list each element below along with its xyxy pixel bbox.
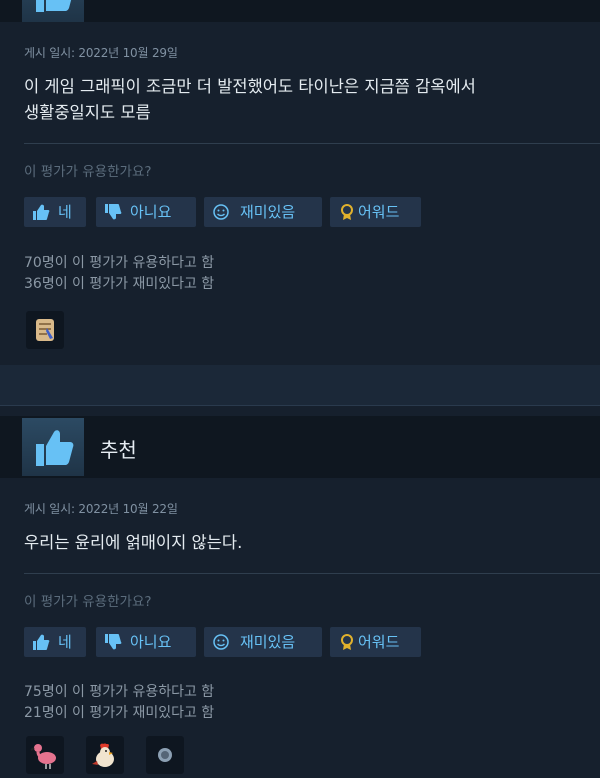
thumbs-up-icon [36, 430, 74, 466]
vote-funny-button[interactable]: 재미있음 [204, 627, 322, 657]
smiley-icon [213, 634, 229, 650]
funny-count: 36명이 이 평가가 재미있다고 함 [24, 276, 215, 292]
vote-yes-label: 네 [58, 633, 72, 651]
scroll-award-icon[interactable] [26, 311, 64, 349]
award-button[interactable]: 어워드 [330, 197, 421, 227]
award-icon [341, 204, 353, 220]
thumbs-up-icon [36, 0, 72, 12]
funny-count: 21명이 이 평가가 재미있다고 함 [24, 705, 215, 721]
coin-award-icon[interactable] [146, 736, 184, 774]
helpful-count: 70명이 이 평가가 유용하다고 함 [24, 255, 215, 271]
vote-no-button[interactable]: 아니요 [96, 197, 196, 227]
recommend-thumb-box [22, 0, 84, 22]
award-button[interactable]: 어워드 [330, 627, 421, 657]
divider [24, 573, 600, 574]
thumbs-up-icon [33, 634, 50, 650]
thumbs-up-icon [33, 204, 50, 220]
vote-yes-button[interactable]: 네 [24, 197, 86, 227]
vote-funny-label: 재미있음 [240, 633, 296, 651]
recommend-label: 추천 [100, 438, 137, 462]
vote-yes-button[interactable]: 네 [24, 627, 86, 657]
award-label: 어워드 [358, 203, 400, 221]
review-header: 추천 [0, 416, 600, 478]
divider [24, 143, 600, 144]
review-header [0, 0, 600, 22]
award-icon [341, 634, 353, 650]
review-text-line-1: 이 게임 그래픽이 조금만 더 발전했어도 타이난은 지금쯤 감옥에서 [24, 77, 476, 96]
helpful-count: 75명이 이 평가가 유용하다고 함 [24, 684, 215, 700]
vote-funny-label: 재미있음 [240, 203, 296, 221]
review-card-1: 게시 일시: 2022년 10월 29일 이 게임 그래픽이 조금만 더 발전했… [0, 0, 600, 365]
helpful-stats: 75명이 이 평가가 유용하다고 함 21명이 이 평가가 재미있다고 함 [24, 682, 214, 724]
rooster-award-icon[interactable] [86, 736, 124, 774]
thumbs-down-icon [105, 204, 122, 220]
vote-no-label: 아니요 [130, 633, 172, 651]
review-text-line-2: 생활중일지도 모름 [24, 103, 151, 122]
posted-date: 게시 일시: 2022년 10월 29일 [24, 46, 178, 60]
helpful-stats: 70명이 이 평가가 유용하다고 함 36명이 이 평가가 재미있다고 함 [24, 253, 214, 295]
smiley-icon [213, 204, 229, 220]
vote-yes-label: 네 [58, 203, 72, 221]
thumbs-down-icon [105, 634, 122, 650]
vote-no-label: 아니요 [130, 203, 172, 221]
review-card-2: 추천 게시 일시: 2022년 10월 22일 우리는 윤리에 얽매이지 않는다… [0, 406, 600, 778]
recommend-thumb-box [22, 418, 84, 476]
posted-date: 게시 일시: 2022년 10월 22일 [24, 502, 178, 516]
vote-no-button[interactable]: 아니요 [96, 627, 196, 657]
review-text-line-1: 우리는 윤리에 얽매이지 않는다. [24, 533, 243, 552]
flamingo-award-icon[interactable] [26, 736, 64, 774]
award-label: 어워드 [358, 633, 400, 651]
helpful-question: 이 평가가 유용한가요? [24, 594, 152, 610]
review-separator [0, 365, 600, 406]
vote-funny-button[interactable]: 재미있음 [204, 197, 322, 227]
helpful-question: 이 평가가 유용한가요? [24, 164, 152, 180]
